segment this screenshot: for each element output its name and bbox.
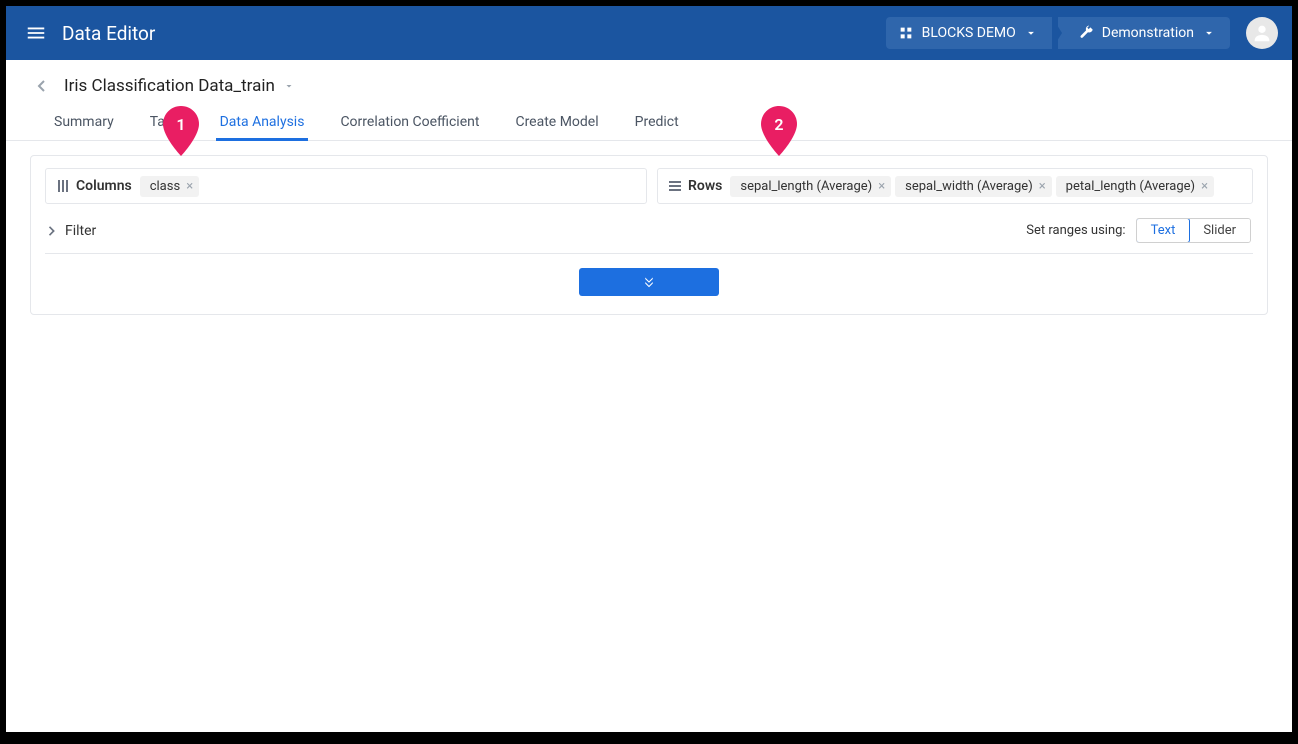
tab-summary[interactable]: Summary <box>54 108 114 140</box>
wrench-icon <box>1078 25 1094 41</box>
page-title: Iris Classification Data_train <box>64 76 275 96</box>
divider <box>45 253 1253 254</box>
chip-remove-icon[interactable]: × <box>878 180 885 193</box>
back-button[interactable] <box>30 74 54 98</box>
breadcrumb-separator <box>1052 17 1062 49</box>
tab-data-analysis[interactable]: Data Analysis <box>220 108 305 140</box>
filter-label: Filter <box>65 223 96 239</box>
rows-shelf-label: Rows <box>662 172 730 200</box>
hamburger-icon <box>25 22 47 44</box>
user-icon <box>1251 22 1273 44</box>
analysis-panel: Columns class × Rows sepal_length (Avera… <box>30 155 1268 315</box>
breadcrumb-group: BLOCKS DEMO Demonstration <box>886 16 1230 50</box>
caret-down-icon <box>283 80 295 92</box>
ranges-label: Set ranges using: <box>1026 223 1125 238</box>
chevron-down-icon <box>1024 26 1038 40</box>
column-chip-class[interactable]: class × <box>140 176 199 197</box>
breadcrumb-org[interactable]: BLOCKS DEMO <box>886 17 1052 49</box>
rows-icon <box>668 179 682 193</box>
double-chevron-down-icon <box>640 273 658 291</box>
columns-shelf-label: Columns <box>50 172 140 200</box>
chevron-right-icon <box>47 226 57 236</box>
expand-button[interactable] <box>579 268 719 296</box>
chevron-left-icon <box>36 80 48 92</box>
row-chip-sepal-length[interactable]: sepal_length (Average) × <box>730 176 891 197</box>
chip-remove-icon[interactable]: × <box>1039 180 1046 193</box>
rows-shelf[interactable]: Rows sepal_length (Average) × sepal_widt… <box>657 168 1253 204</box>
tabs-bar: Summary Table Data Analysis Correlation … <box>6 98 1292 141</box>
breadcrumb-org-label: BLOCKS DEMO <box>922 25 1016 41</box>
range-mode-text[interactable]: Text <box>1136 218 1191 243</box>
tab-table[interactable]: Table <box>150 108 184 140</box>
row-chip-petal-length[interactable]: petal_length (Average) × <box>1056 176 1214 197</box>
columns-shelf[interactable]: Columns class × <box>45 168 647 204</box>
chip-remove-icon[interactable]: × <box>186 180 193 193</box>
chip-remove-icon[interactable]: × <box>1201 180 1208 193</box>
chevron-down-icon <box>1202 26 1216 40</box>
range-mode-slider[interactable]: Slider <box>1189 219 1250 242</box>
user-avatar[interactable] <box>1246 17 1278 49</box>
app-header: Data Editor BLOCKS DEMO Demonstration <box>6 6 1292 60</box>
page-title-dropdown[interactable] <box>283 80 295 92</box>
range-mode-toggle: Text Slider <box>1136 218 1251 243</box>
page-subheader: Iris Classification Data_train <box>6 60 1292 98</box>
hamburger-menu-button[interactable] <box>20 17 52 49</box>
tab-correlation[interactable]: Correlation Coefficient <box>340 108 479 140</box>
org-icon <box>898 25 914 41</box>
app-title: Data Editor <box>62 22 155 45</box>
columns-icon <box>56 179 70 193</box>
filter-toggle[interactable]: Filter <box>47 219 96 243</box>
tab-create-model[interactable]: Create Model <box>515 108 598 140</box>
breadcrumb-project-label: Demonstration <box>1102 25 1194 41</box>
row-chip-sepal-width[interactable]: sepal_width (Average) × <box>895 176 1052 197</box>
tab-predict[interactable]: Predict <box>635 108 679 140</box>
breadcrumb-project[interactable]: Demonstration <box>1058 17 1230 49</box>
